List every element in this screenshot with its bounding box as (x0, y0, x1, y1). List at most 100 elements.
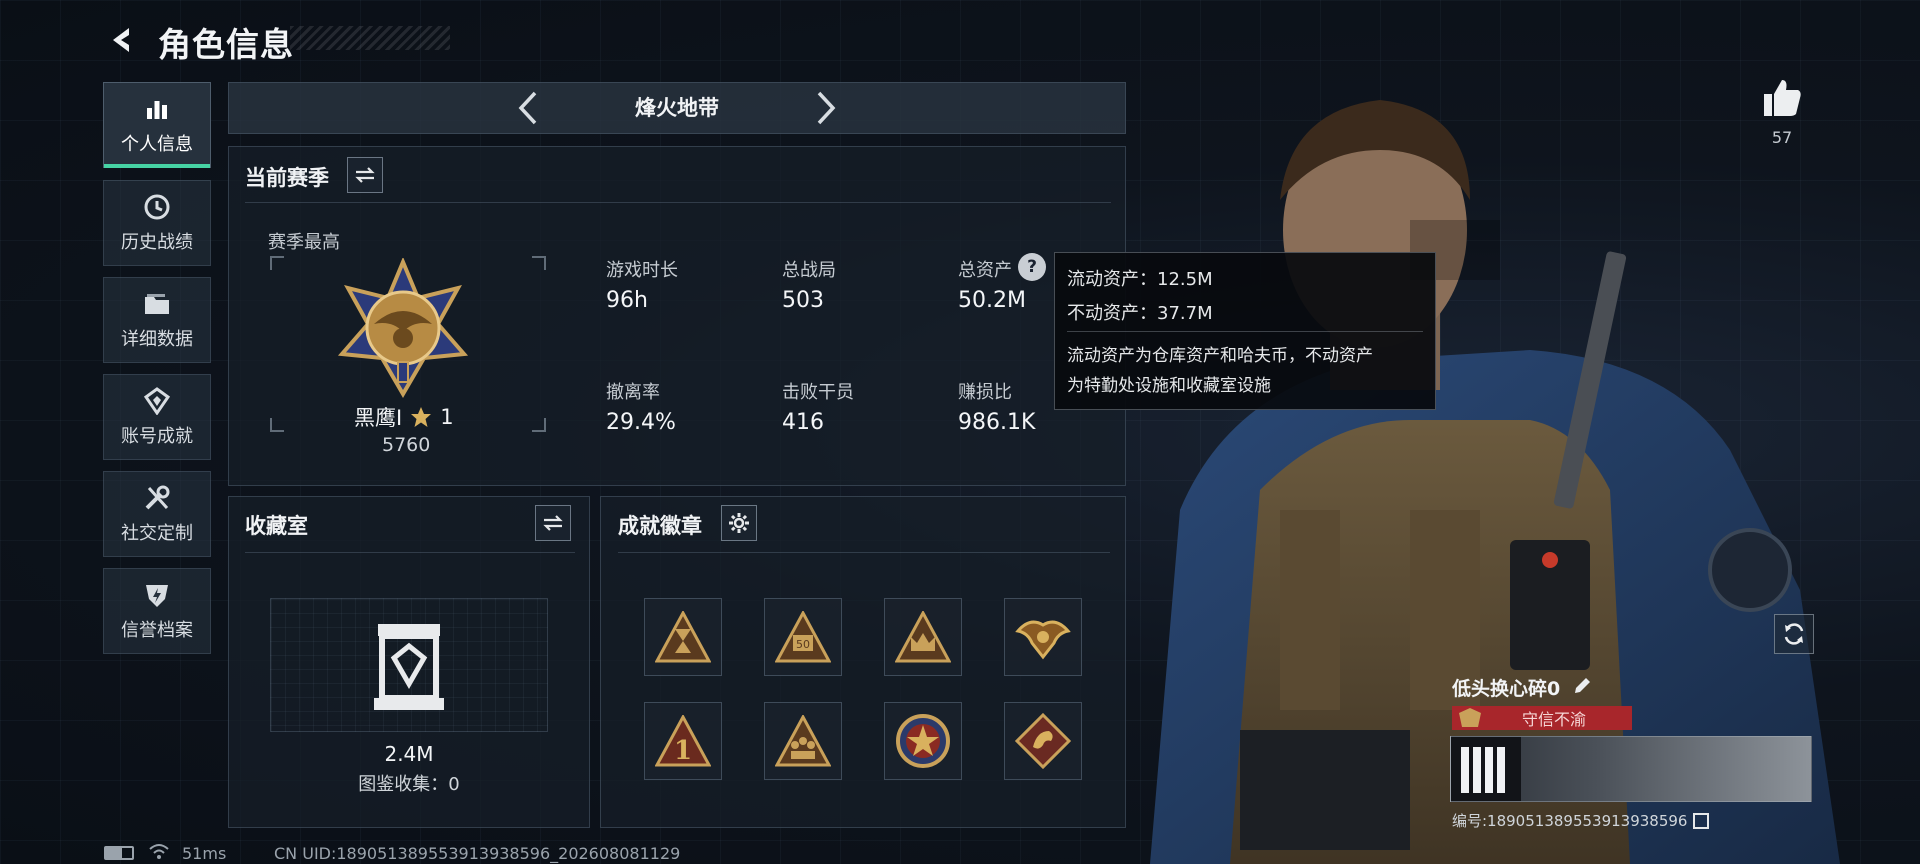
frame-corner (270, 256, 284, 270)
achievement-badge[interactable] (1004, 702, 1082, 780)
hourglass-badge-icon (655, 611, 711, 663)
tooltip-desc: 为特勤处设施和收藏室设施 (1067, 376, 1271, 396)
squad-badge-icon (775, 715, 831, 767)
nav-label: 历史战绩 (121, 232, 193, 253)
asset-help-icon[interactable]: ? (1018, 253, 1046, 281)
rank-stars: 1 (440, 405, 454, 429)
next-mode-button[interactable] (806, 86, 846, 130)
collection-divider (245, 552, 575, 553)
history-clock-icon (142, 192, 172, 222)
player-id-line: 编号:18905138955391393859​6 (1452, 810, 1710, 831)
season-divider (245, 202, 1111, 203)
achievements-settings-button[interactable] (721, 505, 757, 541)
achievement-badge[interactable]: 50 (764, 598, 842, 676)
achievement-badge[interactable] (1004, 598, 1082, 676)
star-icon (411, 407, 432, 427)
achievement-badge[interactable] (764, 702, 842, 780)
medal-icon (142, 386, 172, 416)
achievements-divider (618, 552, 1110, 553)
rank-name: 黑鹰I (354, 406, 403, 430)
swap-arrows-icon (543, 515, 563, 531)
battery-icon (104, 846, 134, 860)
nav-item-achievements[interactable]: 账号成就 (103, 374, 211, 460)
number-one-badge-icon: 1 (655, 715, 711, 767)
collection-catalog: 图鉴收集：0 (358, 774, 460, 795)
title-decoration (290, 26, 450, 50)
star-circle-badge-icon (896, 714, 950, 768)
display-case-icon (374, 624, 444, 710)
edit-name-button[interactable] (1572, 676, 1594, 698)
dragon-badge-icon (1015, 713, 1071, 769)
player-name: 低头换心碎0 (1452, 678, 1561, 700)
nav-item-details[interactable]: 详细数据 (103, 277, 211, 363)
like-button[interactable] (1760, 78, 1804, 122)
season-best-label: 赛季最高 (268, 232, 340, 253)
achievement-badge[interactable] (884, 702, 962, 780)
player-card-banner[interactable] (1450, 736, 1812, 802)
player-id: 编号:18905138955391393859​6 (1452, 812, 1688, 830)
rank-emblem-icon (337, 258, 469, 398)
collection-value: 2.4M (384, 742, 434, 766)
bar-chart-icon (142, 94, 172, 124)
nav-label: 账号成就 (121, 426, 193, 447)
stat-value: 503 (782, 288, 824, 313)
rotate-character-button[interactable] (1774, 614, 1814, 654)
nav-item-credit[interactable]: 信誉档案 (103, 568, 211, 654)
stat-value: 29.4% (606, 410, 676, 435)
frame-corner (532, 256, 546, 270)
nav-item-history[interactable]: 历史战绩 (103, 180, 211, 266)
rank-points: 5760 (382, 434, 431, 456)
shield-bolt-icon (142, 580, 172, 610)
gear-icon (729, 513, 749, 533)
refresh-icon (1784, 623, 1804, 645)
frame-corner (532, 418, 546, 432)
pencil-icon (1575, 678, 1590, 693)
tools-icon (142, 483, 172, 513)
stat-label: 赚损比 (958, 382, 1012, 403)
stat-value: 416 (782, 410, 824, 435)
stat-value: 96h (606, 288, 648, 313)
mode-title: 烽火地带 (635, 96, 719, 120)
nav-item-personal-info[interactable]: 个人信息 (103, 82, 211, 168)
page-title: 角色信息 (158, 25, 294, 64)
collection-swap-button[interactable] (535, 505, 571, 541)
tooltip-divider (1067, 331, 1423, 332)
asset-tooltip: 流动资产：12.5M 不动资产：37.7M 流动资产为仓库资产和哈夫币，不动资产… (1054, 252, 1436, 410)
stat-label: 总战局 (782, 260, 836, 281)
achievement-badge[interactable] (884, 598, 962, 676)
svg-text:50: 50 (796, 638, 810, 651)
latency: 51ms (182, 844, 227, 863)
team-logo-icon (1451, 737, 1521, 801)
stat-value: 986.1K (958, 410, 1036, 435)
nav-label: 社交定制 (121, 523, 193, 544)
phoenix-badge-icon (1015, 620, 1071, 660)
crown-badge-icon (895, 611, 951, 663)
back-arrow-icon (113, 28, 129, 52)
nav-item-social[interactable]: 社交定制 (103, 471, 211, 557)
stat-label: 撤离率 (606, 382, 660, 403)
tooltip-liquid: 流动资产：12.5M (1067, 269, 1213, 290)
svg-text:1: 1 (674, 736, 692, 766)
rank-line: 黑鹰I 1 (354, 402, 454, 432)
achievement-badge[interactable]: 1 (644, 702, 722, 780)
folder-icon (142, 289, 172, 319)
copy-icon[interactable] (1693, 812, 1710, 829)
nav-label: 详细数据 (121, 329, 193, 350)
achievement-badge[interactable] (644, 598, 722, 676)
nav-label: 个人信息 (121, 134, 193, 155)
stat-label: 击败干员 (782, 382, 854, 403)
achievements-title: 成就徽章 (618, 514, 702, 538)
like-count: 57 (1771, 128, 1793, 147)
season-swap-button[interactable] (347, 157, 383, 193)
thumbs-up-icon (1764, 80, 1801, 116)
back-button[interactable] (100, 18, 144, 62)
honor-crest-icon (1459, 708, 1481, 727)
chevron-right-icon (817, 91, 836, 125)
tooltip-desc: 流动资产为仓库资产和哈夫币，不动资产 (1067, 346, 1373, 366)
uid-footer: CN UID:18905138955391393859​6_2026080811… (274, 844, 681, 863)
nav-label: 信誉档案 (121, 620, 193, 641)
stat-label: 总资产 (958, 260, 1012, 281)
stat-label: 游戏时长 (606, 260, 678, 281)
honor-bar: 守信不渝 (1452, 706, 1632, 730)
collection-title: 收藏室 (245, 514, 308, 538)
